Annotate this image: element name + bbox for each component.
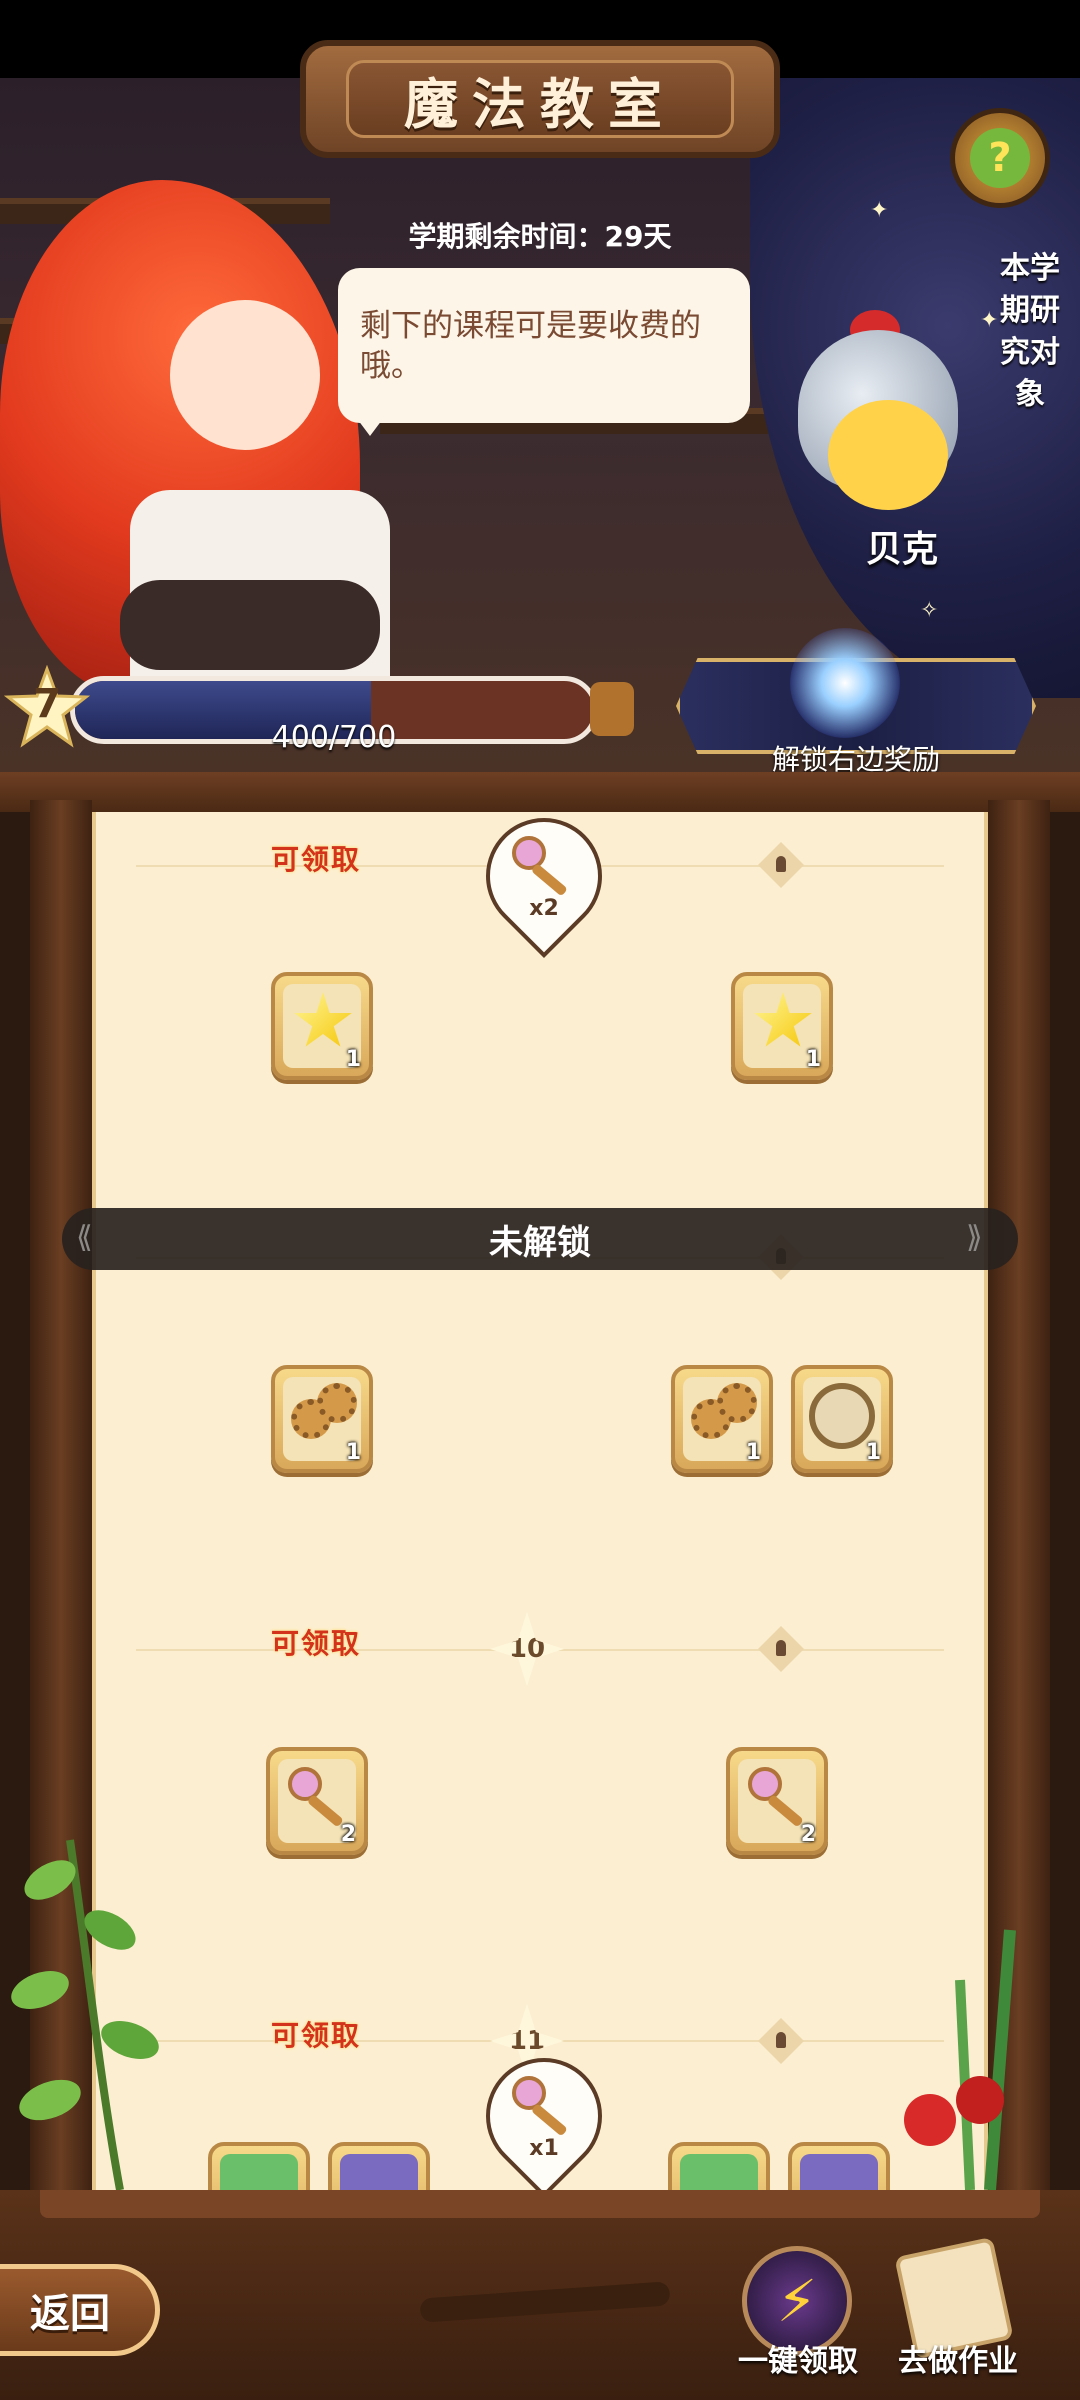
- locked-label: 未解锁: [489, 1222, 591, 1263]
- help-button[interactable]: ?: [950, 108, 1050, 208]
- page-title: 魔法教室: [404, 71, 676, 136]
- magic-key-icon: [512, 836, 572, 897]
- level-node-star: 10: [490, 1612, 564, 1686]
- back-button[interactable]: 返回: [0, 2264, 160, 2356]
- magic-key-icon: [512, 2076, 572, 2137]
- reward-item[interactable]: 1: [731, 972, 833, 1080]
- glowing-key-icon: [790, 628, 900, 738]
- do-homework-button[interactable]: 去做作业: [880, 2336, 1036, 2380]
- reward-item[interactable]: [208, 2142, 310, 2190]
- frame-top: [0, 772, 1080, 812]
- speech-bubble-tail: [352, 412, 388, 436]
- npc-name: 贝克: [866, 529, 939, 570]
- level-node-number: 11: [508, 2026, 546, 2056]
- reward-item[interactable]: [668, 2142, 770, 2190]
- reward-item[interactable]: 1: [271, 1365, 373, 1473]
- claimable-label[interactable]: 可领取: [271, 2014, 361, 2054]
- claim-all-button[interactable]: 一键领取: [720, 2336, 876, 2380]
- item-quantity: 1: [805, 1047, 821, 1072]
- reward-track-panel[interactable]: 可领取 1 1 1 1 1 可领取 10 2 2 可领取 11 x2 x1: [92, 812, 988, 2190]
- lock-icon: [758, 842, 804, 888]
- level-node-number: 10: [508, 1634, 546, 1664]
- title-plaque: 魔法教室: [300, 40, 780, 158]
- wing-ornament-right-icon: ⟫: [966, 1220, 983, 1255]
- current-level: 7: [33, 681, 61, 727]
- item-quantity: 1: [745, 1440, 761, 1465]
- item-quantity: 2: [340, 1822, 356, 1847]
- reward-item[interactable]: 1: [271, 972, 373, 1080]
- reward-item[interactable]: 1: [791, 1365, 893, 1473]
- key-multiplier-pin[interactable]: x1: [461, 2033, 627, 2190]
- locked-overlay-band: 未解锁: [62, 1208, 1018, 1270]
- magic-key-icon: [748, 1767, 808, 1828]
- back-label: 返回: [30, 2291, 110, 2337]
- lock-icon: [758, 2018, 804, 2064]
- teacher-character-arms: [120, 580, 380, 670]
- key-multiplier-pin[interactable]: x2: [461, 812, 627, 959]
- item-quantity: 2: [800, 1822, 816, 1847]
- magic-key-icon: [288, 1767, 348, 1828]
- reward-item[interactable]: 2: [266, 1747, 368, 1855]
- level-progress-text: 400/700: [271, 720, 397, 755]
- knight-npc-face: [828, 400, 948, 510]
- item-quantity: 1: [345, 1440, 361, 1465]
- claimable-label[interactable]: 可领取: [271, 1622, 361, 1662]
- question-mark-icon: ?: [970, 128, 1030, 188]
- plant-decoration-right: [904, 1929, 1016, 2190]
- wing-ornament-left-icon: ⟪: [76, 1220, 93, 1255]
- pin-multiplier: x1: [529, 2136, 559, 2161]
- plant-decoration-left: [11, 1839, 159, 2190]
- claimable-label[interactable]: 可领取: [271, 838, 361, 878]
- semester-time-remaining: 学期剩余时间：29天: [408, 220, 672, 253]
- reward-item[interactable]: [788, 2142, 890, 2190]
- reward-item[interactable]: 1: [671, 1365, 773, 1473]
- pin-multiplier: x2: [529, 896, 559, 921]
- research-target-label: 本学期研究对象: [1000, 251, 1060, 412]
- teacher-character-face: [170, 300, 320, 450]
- gears-icon: [717, 1383, 757, 1423]
- item-quantity: 1: [345, 1047, 361, 1072]
- speech-bubble: 剩下的课程可是要收费的哦。: [338, 268, 750, 423]
- bottom-ledge: [40, 2190, 1040, 2218]
- item-quantity: 1: [865, 1440, 881, 1465]
- gears-icon: [317, 1383, 357, 1423]
- lock-icon: [758, 1626, 804, 1672]
- reward-item[interactable]: 2: [726, 1747, 828, 1855]
- reward-item[interactable]: [328, 2142, 430, 2190]
- frame-side-right: [1050, 800, 1080, 2400]
